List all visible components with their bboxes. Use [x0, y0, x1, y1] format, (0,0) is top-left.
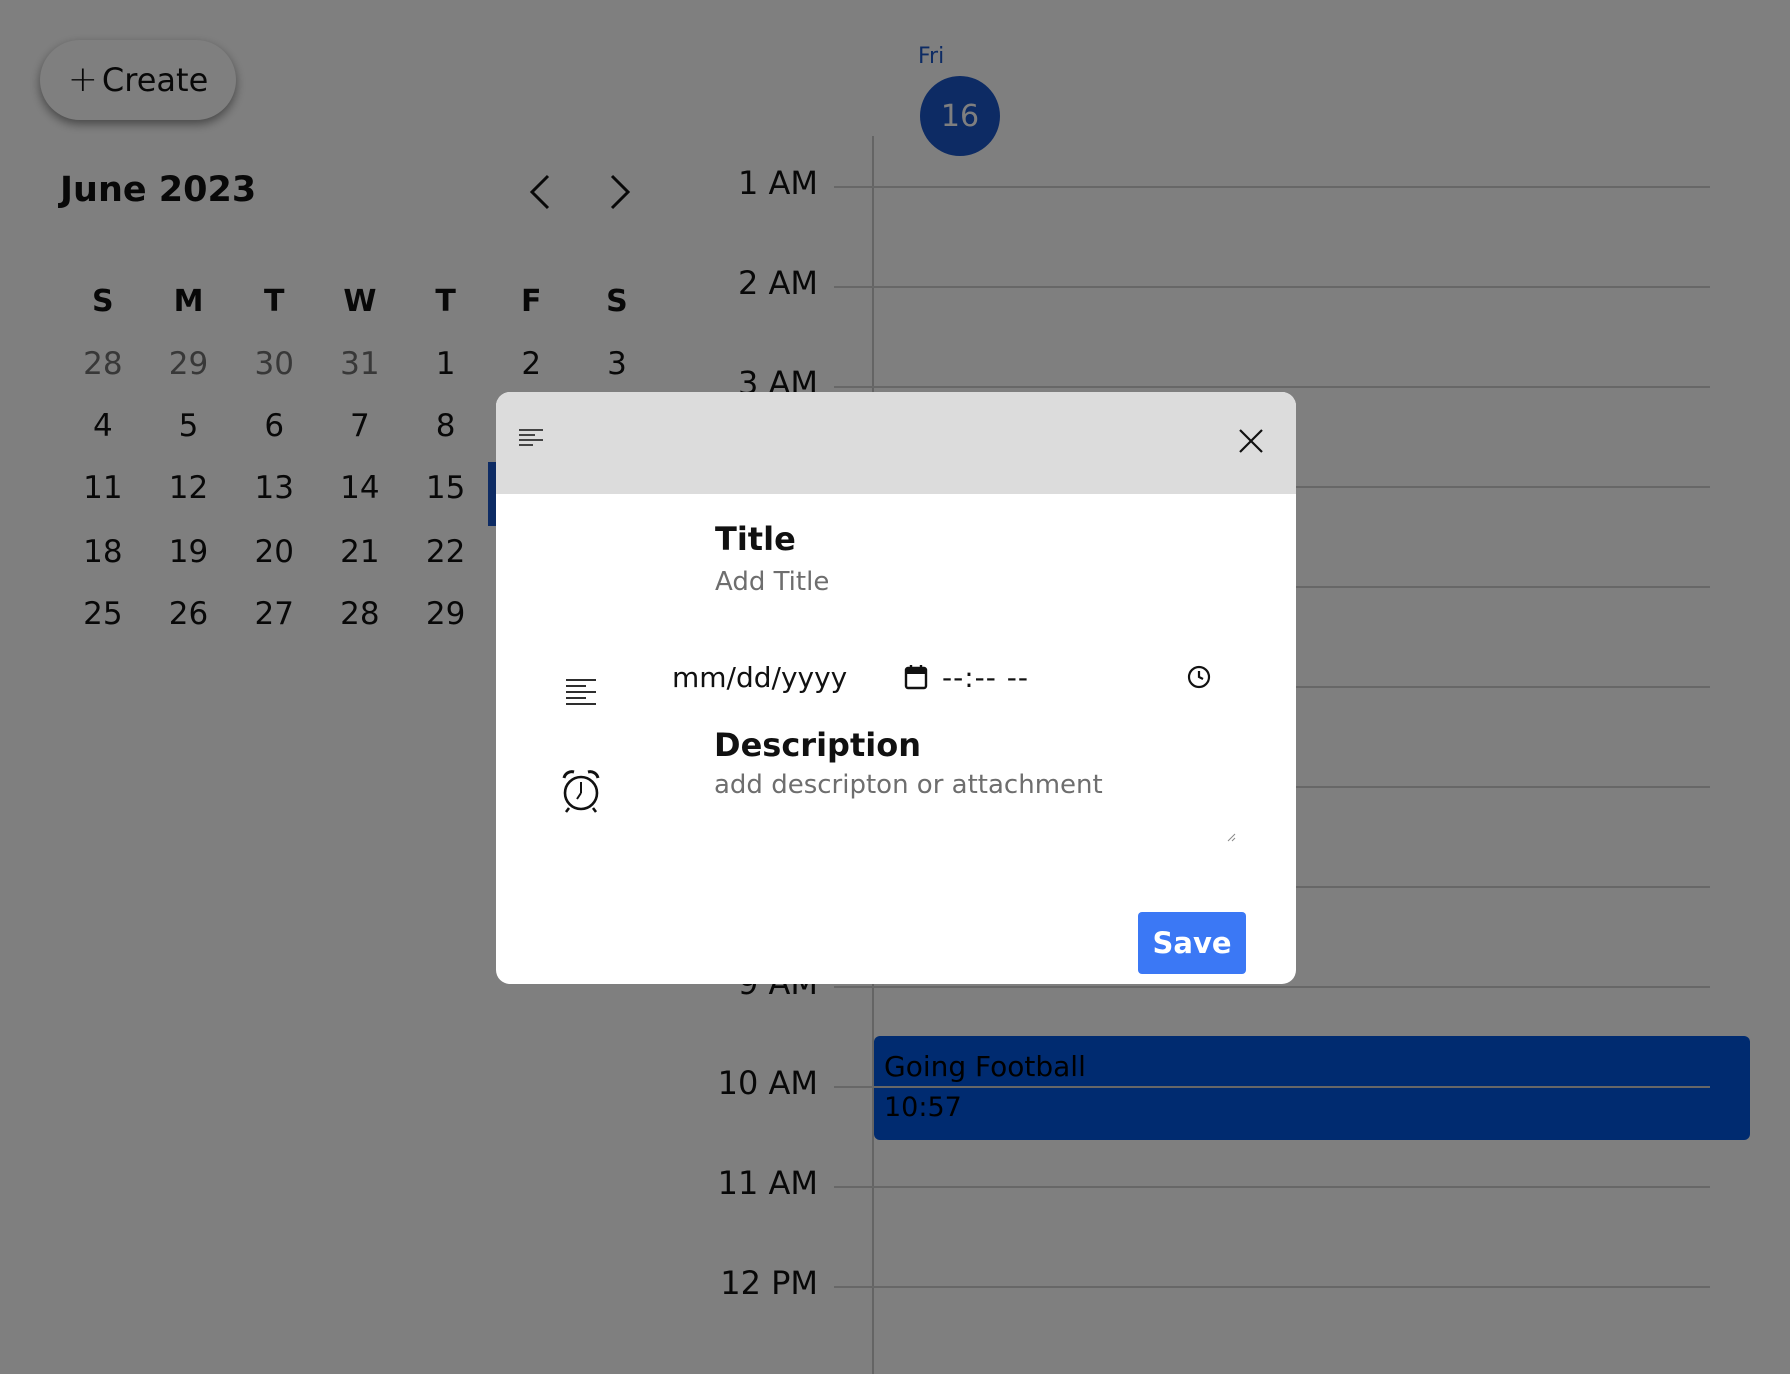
save-button[interactable]: Save	[1138, 912, 1246, 974]
notes-icon	[519, 429, 543, 446]
description-input[interactable]	[714, 770, 1254, 840]
create-event-modal: Title mm/dd/yyyy --:-- -- Description	[496, 392, 1296, 984]
time-value: --:-- --	[942, 660, 1029, 694]
resize-handle-icon[interactable]	[1226, 832, 1236, 842]
description-label: Description	[714, 726, 921, 764]
modal-header	[496, 392, 1296, 494]
calendar-icon[interactable]	[904, 664, 928, 690]
time-input[interactable]: --:-- --	[942, 654, 1212, 700]
title-input[interactable]	[715, 562, 1235, 602]
date-input[interactable]: mm/dd/yyyy	[672, 654, 928, 700]
alarm-clock-icon	[562, 770, 600, 813]
title-label: Title	[715, 520, 796, 558]
text-align-icon	[566, 679, 596, 705]
close-icon[interactable]	[1234, 424, 1268, 458]
date-value: mm/dd/yyyy	[672, 660, 848, 694]
clock-icon[interactable]	[1186, 664, 1212, 690]
